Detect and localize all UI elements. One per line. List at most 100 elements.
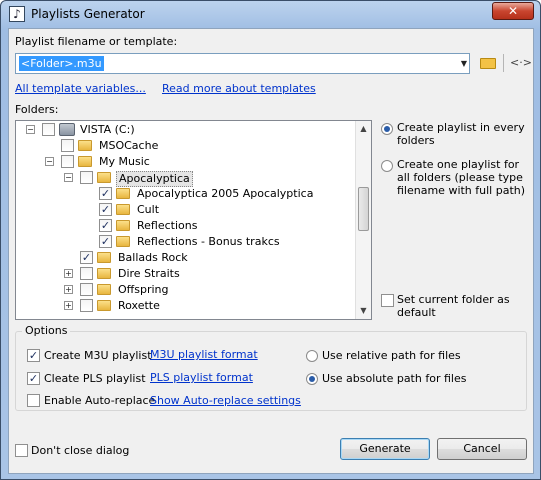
- cancel-button[interactable]: Cancel: [437, 438, 527, 460]
- tree-item[interactable]: ✓ Cult: [16, 202, 356, 218]
- expand-icon[interactable]: +: [64, 269, 73, 278]
- tree-scrollbar[interactable]: ▲ ▼: [355, 121, 371, 319]
- folder-tree[interactable]: − VISTA (C:) MSOCache − My Music − Apocalyptic…: [15, 120, 372, 320]
- folder-icon: [97, 300, 111, 311]
- tree-item-label[interactable]: Dire Straits: [116, 267, 182, 281]
- check-icon: ✓: [28, 349, 39, 362]
- collapse-icon[interactable]: −: [64, 173, 73, 182]
- options-group: Options ✓ Create M3U playlist ✓ Cleate P…: [15, 324, 527, 411]
- tree-item[interactable]: + Dire Straits: [16, 266, 356, 282]
- tree-item-checkbox[interactable]: ✓: [80, 251, 93, 264]
- tree-item-label[interactable]: Roxette: [116, 299, 162, 313]
- tree-item-checkbox[interactable]: ✓: [99, 235, 112, 248]
- close-icon: ✕: [507, 4, 519, 18]
- tree-item-label[interactable]: MSOCache: [97, 139, 160, 153]
- tree-item-checkbox[interactable]: [80, 299, 93, 312]
- absolute-path-radio[interactable]: [306, 373, 318, 385]
- generate-button[interactable]: Generate: [340, 438, 430, 460]
- tree-item-checkbox[interactable]: ✓: [99, 187, 112, 200]
- one-playlist-label: Create one playlist for all folders (ple…: [397, 158, 526, 197]
- expand-icon[interactable]: +: [64, 301, 73, 310]
- tree-item-label[interactable]: My Music: [97, 155, 152, 169]
- folder-icon: [78, 140, 92, 151]
- folder-icon: [116, 204, 130, 215]
- relative-path-radio[interactable]: [306, 350, 318, 362]
- folder-open-icon: [480, 58, 496, 69]
- folder-icon: [97, 172, 111, 183]
- absolute-path-label: Use absolute path for files: [322, 372, 467, 385]
- scroll-up-icon[interactable]: ▲: [356, 122, 371, 136]
- auto-replace-label: Enable Auto-replace: [44, 394, 156, 407]
- filename-label: Playlist filename or template:: [15, 35, 178, 48]
- tree-item[interactable]: + Offspring: [16, 282, 356, 298]
- collapse-icon[interactable]: −: [26, 125, 35, 134]
- tree-item-label[interactable]: Ballads Rock: [116, 251, 190, 265]
- tree-item[interactable]: − Apocalyptica: [16, 170, 356, 187]
- auto-replace-settings-link[interactable]: Show Auto-replace settings: [150, 394, 301, 407]
- collapse-icon[interactable]: −: [45, 157, 54, 166]
- code-brackets-icon[interactable]: <·>: [510, 56, 532, 69]
- close-button[interactable]: ✕: [492, 2, 534, 20]
- auto-replace-checkbox[interactable]: [27, 394, 40, 407]
- tree-item-checkbox[interactable]: [80, 267, 93, 280]
- tree-item[interactable]: + Roxette: [16, 298, 356, 314]
- m3u-format-link[interactable]: M3U playlist format: [150, 348, 258, 361]
- tree-item-checkbox[interactable]: ✓: [99, 203, 112, 216]
- drive-icon: [59, 123, 75, 136]
- filename-combobox[interactable]: <Folder>.m3u ▼: [15, 53, 470, 74]
- dialog-window: ♪ Playlists Generator ✕ Playlist filenam…: [0, 0, 541, 480]
- browse-folder-button[interactable]: [479, 55, 497, 71]
- dont-close-label: Don't close dialog: [31, 444, 130, 457]
- create-m3u-checkbox[interactable]: ✓: [27, 349, 40, 362]
- create-pls-checkbox[interactable]: ✓: [27, 372, 40, 385]
- tree-item[interactable]: − My Music: [16, 154, 356, 170]
- tree-item[interactable]: ✓ Reflections: [16, 218, 356, 234]
- tree-item-label[interactable]: Cult: [135, 203, 161, 217]
- set-default-checkbox[interactable]: [381, 294, 394, 307]
- tree-item-label[interactable]: Reflections: [135, 219, 199, 233]
- toolbar-divider: [503, 54, 504, 72]
- set-default-label: Set current folder as default: [397, 293, 510, 319]
- tree-item-label[interactable]: VISTA (C:): [78, 123, 137, 137]
- folder-icon: [97, 252, 111, 263]
- tree-item-checkbox[interactable]: [80, 171, 93, 184]
- folder-icon: [78, 156, 92, 167]
- tree-item-label[interactable]: Apocalyptica 2005 Apocalyptica: [135, 187, 315, 201]
- every-folder-radio[interactable]: [381, 123, 393, 135]
- tree-item[interactable]: ✓ Ballads Rock: [16, 250, 356, 266]
- dialog-body: Playlist filename or template: <Folder>.…: [8, 28, 534, 474]
- tree-item-checkbox[interactable]: [42, 123, 55, 136]
- filename-input[interactable]: <Folder>.m3u: [19, 56, 104, 71]
- folder-icon: [116, 236, 130, 247]
- check-icon: ✓: [28, 372, 39, 385]
- tree-item-checkbox[interactable]: [61, 155, 74, 168]
- folder-icon: [116, 188, 130, 199]
- tree-item[interactable]: MSOCache: [16, 138, 356, 154]
- read-more-templates-link[interactable]: Read more about templates: [162, 82, 316, 95]
- scroll-down-icon[interactable]: ▼: [356, 304, 371, 318]
- tree-item-checkbox[interactable]: [80, 283, 93, 296]
- options-legend: Options: [22, 324, 71, 337]
- tree-item-label[interactable]: Reflections - Bonus trakcs: [135, 235, 282, 249]
- folders-label: Folders:: [15, 103, 59, 116]
- expand-icon[interactable]: +: [64, 285, 73, 294]
- tree-item[interactable]: − VISTA (C:): [16, 122, 356, 138]
- window-title: Playlists Generator: [31, 7, 145, 21]
- tree-item-checkbox[interactable]: ✓: [99, 219, 112, 232]
- pls-format-link[interactable]: PLS playlist format: [150, 371, 253, 384]
- tree-item[interactable]: ✓ Reflections - Bonus trakcs: [16, 234, 356, 250]
- tree-item-label[interactable]: Apocalyptica: [116, 171, 193, 187]
- folder-icon: [116, 220, 130, 231]
- template-variables-link[interactable]: All template variables...: [15, 82, 146, 95]
- chevron-down-icon[interactable]: ▼: [461, 59, 467, 68]
- relative-path-label: Use relative path for files: [322, 349, 461, 362]
- tree-item[interactable]: ✓ Apocalyptica 2005 Apocalyptica: [16, 186, 356, 202]
- folder-icon: [97, 268, 111, 279]
- tree-item-label[interactable]: Offspring: [116, 283, 170, 297]
- music-note-icon: ♪: [9, 6, 25, 22]
- title-bar[interactable]: ♪ Playlists Generator ✕: [1, 1, 540, 27]
- one-playlist-radio[interactable]: [381, 160, 393, 172]
- dont-close-checkbox[interactable]: [15, 444, 28, 457]
- tree-item-checkbox[interactable]: [61, 139, 74, 152]
- scroll-thumb[interactable]: [358, 187, 369, 231]
